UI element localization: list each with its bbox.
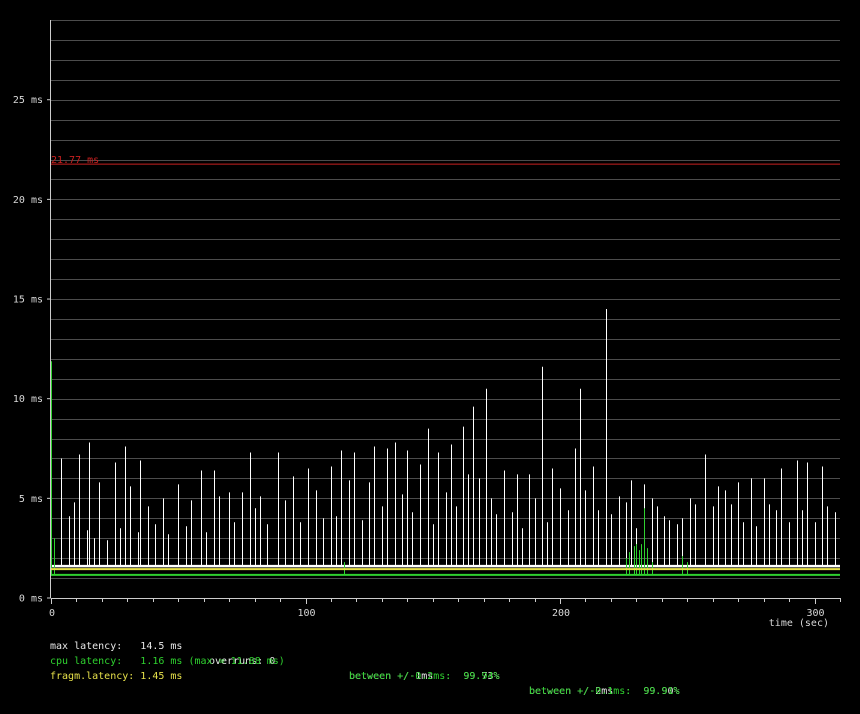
- series-0: [51, 309, 840, 568]
- series-1: [51, 361, 840, 576]
- between-02ms-stat: between +/-0.2ms: 99.94%: [349, 671, 500, 682]
- x-tick-label: 0: [49, 608, 55, 619]
- x-tick-label: 200: [552, 608, 570, 619]
- latency-chart: 21.77 ms 0 ms 5 ms 10 ms 15 ms 20 ms 25 ms 0 10…: [13, 20, 841, 629]
- grid-lines: [51, 20, 840, 579]
- y-tick-label: 20 ms: [13, 195, 43, 206]
- cpu-latency-stat: cpu latency: 1.16 ms (max = 11.88 ms): [50, 656, 285, 667]
- series-layer: [51, 309, 840, 576]
- x-axis-label: time (sec): [769, 618, 829, 629]
- fragm-latency-stat: fragm.latency: 1.45 ms: [50, 671, 183, 682]
- y-tick-label: 15 ms: [13, 295, 43, 306]
- y-tick-label: 5 ms: [19, 494, 43, 505]
- y-tick-label: 0 ms: [19, 594, 43, 605]
- x-tick-label: 100: [297, 608, 315, 619]
- y-tick-label: 25 ms: [13, 95, 43, 106]
- reference-label: 21.77 ms: [51, 155, 99, 166]
- stats-panel: max latency: 14.5 ms overruns: 0 between…: [50, 624, 680, 697]
- between-01ms-stat: between +/-0.1ms: 99.91%: [529, 686, 680, 697]
- y-tick-label: 10 ms: [13, 394, 43, 405]
